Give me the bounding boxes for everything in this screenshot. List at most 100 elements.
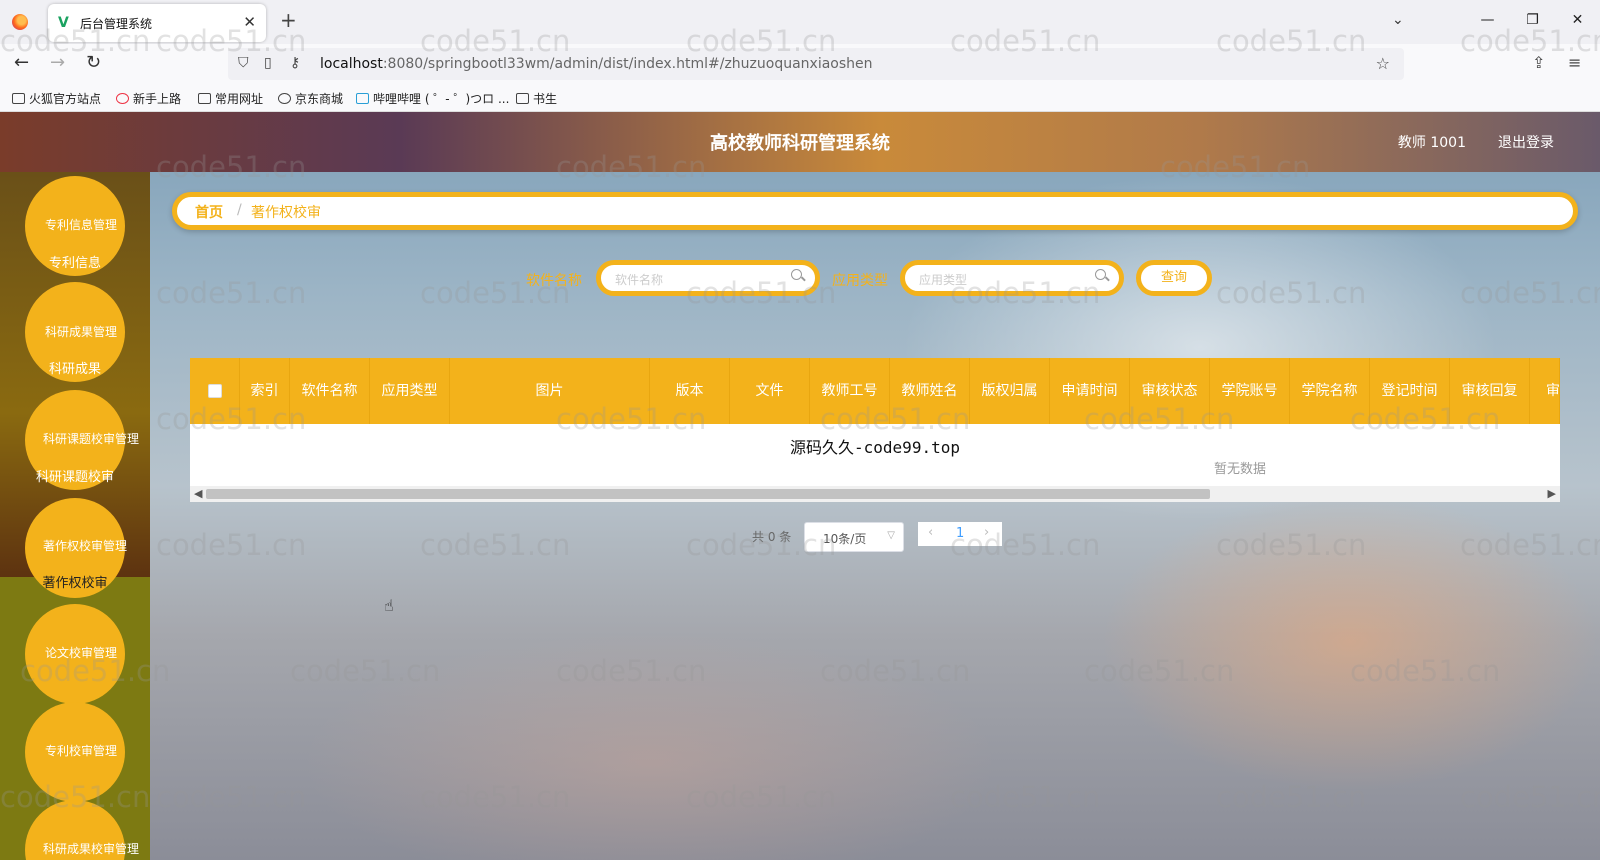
data-table: 索引 软件名称 应用类型 图片 版本 文件 教师工号 教师姓名 版权归属 申请时… [190,358,1560,502]
bookmark-item[interactable]: 新手上路 [116,90,181,107]
minimize-icon[interactable]: — [1465,12,1510,28]
menu-title[interactable]: 专利信息管理 [6,216,150,233]
hand-cursor-icon: ☝ [384,596,394,615]
firefox-icon [12,14,28,30]
bookmark-item[interactable]: 常用网址 [198,90,263,107]
firefox-icon [116,93,129,104]
column-header[interactable]: 审核状态 [1130,358,1210,424]
empty-text: 暂无数据 [1213,462,1266,477]
column-header[interactable]: 应用类型 [370,358,450,424]
breadcrumb-separator: / [237,202,242,218]
search-icon [1095,269,1109,283]
reload-icon[interactable]: ↻ [86,53,101,73]
menu-title[interactable]: 科研成果校审管理 [16,840,150,857]
restore-icon[interactable]: ❐ [1510,12,1555,28]
column-header[interactable]: 登记时间 [1370,358,1450,424]
app-title: 高校教师科研管理系统 [710,133,890,154]
vue-icon: V [58,15,69,31]
select-all-cell [190,358,240,424]
background-cloud [1100,492,1600,792]
window-controls: — ❐ ✕ [1465,0,1600,40]
column-header[interactable]: 索引 [240,358,290,424]
pager: ‹ 1 › [918,522,1002,546]
breadcrumb-current: 著作权校审 [251,205,321,221]
chevron-down-icon[interactable]: ⌄ [1392,12,1404,28]
browser-tab[interactable]: V 后台管理系统 ✕ [48,4,266,42]
search-icon [791,269,805,283]
menu-subitem[interactable]: 专利信息 [0,252,150,271]
key-icon[interactable]: ⚷ [290,55,300,71]
pagination-total: 共 0 条 [752,530,792,544]
folder-icon [12,93,25,104]
bookmark-item[interactable]: 哔哩哔哩 ( ゜- ゜)つロ ... [356,90,509,107]
url-text[interactable]: localhost:8080/springbootl33wm/admin/dis… [320,56,873,72]
menu-title[interactable]: 科研课题校审管理 [16,430,150,447]
page-size-select[interactable]: 10条/页 ▽ [804,522,904,552]
page-number[interactable]: 1 [956,526,964,541]
menu-subitem[interactable]: 科研课题校审 [0,466,150,485]
query-button[interactable]: 查询 [1136,260,1212,296]
shield-icon[interactable]: ⛉ [238,55,249,71]
scroll-right-icon[interactable]: ▶ [1548,487,1556,500]
column-header[interactable]: 软件名称 [290,358,370,424]
menu-title[interactable]: 科研成果管理 [6,323,150,340]
globe-icon [278,93,291,104]
menu-subitem-active[interactable]: 著作权校审 [0,572,150,591]
column-header[interactable]: 教师姓名 [890,358,970,424]
table-header: 索引 软件名称 应用类型 图片 版本 文件 教师工号 教师姓名 版权归属 申请时… [190,358,1560,424]
sidebar: 专利信息管理 专利信息 科研成果管理 科研成果 科研课题校审管理 科研课题校审 … [0,172,150,860]
forward-icon[interactable]: → [50,53,65,73]
current-user: 教师 1001 [1397,135,1466,151]
background-cloud [300,632,1000,860]
software-name-label: 软件名称 [526,273,582,289]
software-name-input[interactable]: 软件名称 [596,260,820,296]
column-header[interactable]: 学院名称 [1290,358,1370,424]
app-type-input[interactable]: 应用类型 [900,260,1124,296]
tab-title: 后台管理系统 [80,17,153,31]
bookmark-item[interactable]: 京东商城 [278,90,343,107]
bookmark-star-icon[interactable]: ☆ [1376,54,1390,73]
overlay-watermark-text: 源码久久-code99.top [790,438,960,457]
url-bar[interactable]: ⛉ ▯ ⚷ localhost:8080/springbootl33wm/adm… [228,48,1404,80]
bookmark-item[interactable]: 火狐官方站点 [12,90,101,107]
close-tab-icon[interactable]: ✕ [243,13,256,31]
folder-icon [516,93,529,104]
folder-icon [198,93,211,104]
menu-title[interactable]: 专利校审管理 [6,742,150,759]
scrollbar-thumb[interactable] [206,489,1210,499]
bookmark-item[interactable]: 书生 [516,90,557,107]
chevron-down-icon: ▽ [887,530,895,541]
close-window-icon[interactable]: ✕ [1555,12,1600,28]
tv-icon [356,93,369,104]
logout-link[interactable]: 退出登录 [1498,132,1554,152]
column-header[interactable]: 版权归属 [970,358,1050,424]
app-root: 高校教师科研管理系统 教师 1001 退出登录 专利信息管理 专利信息 科研成果… [0,112,1600,860]
scroll-left-icon[interactable]: ◀ [194,487,202,500]
column-header[interactable]: 审核回复 [1450,358,1530,424]
menu-title[interactable]: 论文校审管理 [6,644,150,661]
app-type-placeholder: 应用类型 [919,273,968,287]
column-header[interactable]: 图片 [450,358,650,424]
column-header[interactable]: 文件 [730,358,810,424]
menu-subitem[interactable]: 科研成果 [0,358,150,377]
page-icon[interactable]: ▯ [264,55,272,71]
app-header: 高校教师科研管理系统 教师 1001 退出登录 [0,112,1600,172]
column-header[interactable]: 审 [1530,358,1560,424]
browser-nav-bar: ← → ↻ ⛉ ▯ ⚷ localhost:8080/springbootl33… [0,44,1600,84]
column-header[interactable]: 申请时间 [1050,358,1130,424]
extensions-icon[interactable]: ⇪ [1532,53,1545,72]
column-header[interactable]: 学院账号 [1210,358,1290,424]
column-header[interactable]: 教师工号 [810,358,890,424]
menu-icon[interactable]: ≡ [1568,53,1581,72]
prev-page-icon[interactable]: ‹ [928,525,933,540]
back-icon[interactable]: ← [14,53,29,73]
page-size-value: 10条/页 [823,532,867,546]
column-header[interactable]: 版本 [650,358,730,424]
horizontal-scrollbar[interactable]: ◀ ▶ [190,486,1560,502]
next-page-icon[interactable]: › [984,525,989,540]
select-all-checkbox[interactable] [207,384,222,398]
software-name-placeholder: 软件名称 [615,273,664,287]
breadcrumb-home[interactable]: 首页 [195,202,223,222]
new-tab-icon[interactable]: + [280,10,297,30]
menu-title[interactable]: 著作权校审管理 [10,537,150,554]
